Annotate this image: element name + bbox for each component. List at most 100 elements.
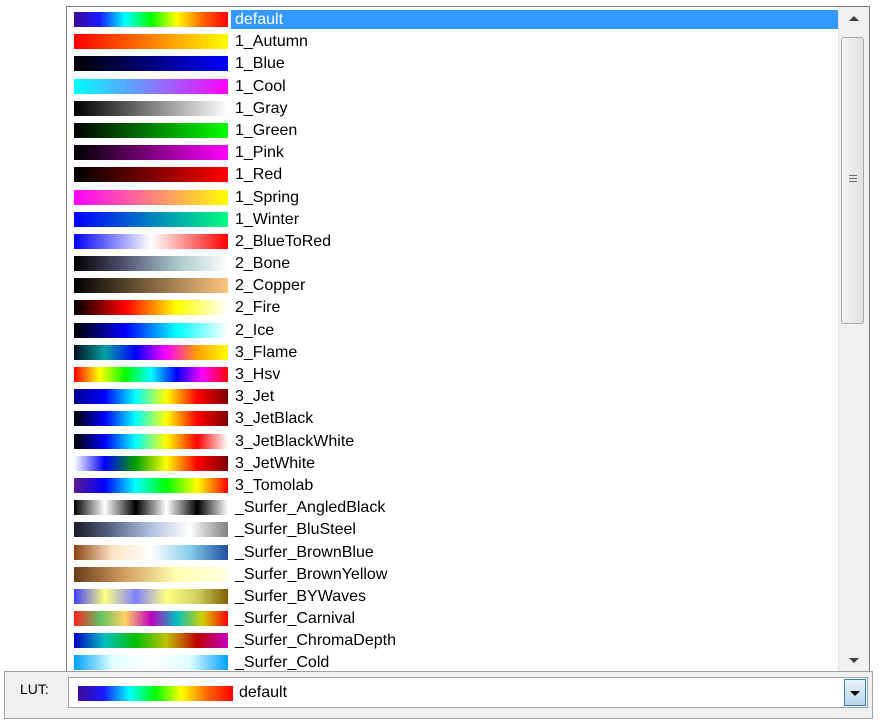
lut-option-label: 1_Red <box>235 166 283 184</box>
colormap-swatch <box>74 344 228 360</box>
lut-option-label: _Surfer_BYWaves <box>235 587 367 605</box>
lut-dropdown-list[interactable]: default 1_Autumn 1_Blue 1_Cool 1_Gray 1_Green… <box>66 6 870 672</box>
lut-option-label: 3_Flame <box>235 343 298 361</box>
lut-option[interactable]: default <box>67 9 842 31</box>
lut-option[interactable]: 3_JetWhite <box>67 453 838 475</box>
vertical-scrollbar[interactable] <box>838 7 869 671</box>
lut-option[interactable]: 1_Cool <box>67 76 838 98</box>
lut-option-label: 2_Fire <box>235 299 281 317</box>
colormap-swatch <box>74 167 228 183</box>
colormap-swatch <box>74 433 228 449</box>
colormap-swatch <box>74 12 228 27</box>
chevron-up-icon <box>849 16 859 21</box>
lut-option-label: 1_Green <box>235 121 298 139</box>
lut-option-label: 2_Ice <box>235 321 275 339</box>
lut-label: LUT: <box>20 681 49 697</box>
lut-option[interactable]: 1_Spring <box>67 187 838 209</box>
colormap-swatch <box>74 100 228 116</box>
colormap-swatch <box>74 145 228 161</box>
colormap-swatch <box>74 278 228 294</box>
lut-option-label: 1_Spring <box>235 188 300 206</box>
lut-option[interactable]: 2_Fire <box>67 297 838 319</box>
lut-option-label: default <box>231 10 842 29</box>
lut-option[interactable]: 1_Pink <box>67 142 838 164</box>
grip-icon <box>849 175 857 176</box>
lut-option[interactable]: 1_Green <box>67 120 838 142</box>
colormap-swatch <box>74 189 228 205</box>
dropdown-button[interactable] <box>844 679 866 706</box>
colormap-swatch <box>74 633 228 649</box>
lut-option-label: 2_Bone <box>235 255 291 273</box>
lut-option-label: 3_JetBlack <box>235 410 314 428</box>
lut-option[interactable]: _Surfer_BrownBlue <box>67 542 838 564</box>
lut-option[interactable]: _Surfer_AngledBlack <box>67 497 838 519</box>
lut-option-label: 1_Blue <box>235 55 285 73</box>
lut-option[interactable]: 3_Hsv <box>67 364 838 386</box>
lut-option[interactable]: 2_Ice <box>67 320 838 342</box>
scroll-down-button[interactable] <box>839 649 869 671</box>
colormap-swatch <box>74 211 228 227</box>
lut-option[interactable]: 1_Autumn <box>67 31 838 53</box>
colormap-swatch <box>74 611 228 627</box>
lut-option[interactable]: 2_Copper <box>67 275 838 297</box>
lut-option[interactable]: _Surfer_BYWaves <box>67 586 838 608</box>
lut-option-label: _Surfer_BrownYellow <box>235 565 388 583</box>
lut-option-label: 3_Jet <box>235 388 275 406</box>
colormap-swatch <box>74 78 228 94</box>
lut-option[interactable]: 2_Bone <box>67 253 838 275</box>
lut-panel: LUT: default <box>4 671 873 719</box>
lut-option[interactable]: 3_Tomolab <box>67 475 838 497</box>
colormap-swatch <box>74 522 228 538</box>
chevron-down-icon <box>850 691 860 696</box>
chevron-down-icon <box>849 658 859 663</box>
lut-option-label: 1_Winter <box>235 210 300 228</box>
lut-option-label: 1_Autumn <box>235 33 308 51</box>
lut-option[interactable]: 1_Red <box>67 164 838 186</box>
lut-option-label: _Surfer_ChromaDepth <box>235 632 396 650</box>
lut-option-label: 2_Copper <box>235 277 306 295</box>
lut-select[interactable]: default <box>68 677 868 708</box>
lut-option[interactable]: 2_BlueToRed <box>67 231 838 253</box>
lut-option[interactable]: 1_Blue <box>67 53 838 75</box>
lut-option-label: 1_Gray <box>235 99 288 117</box>
colormap-swatch <box>74 367 228 382</box>
lut-option-label: 3_JetWhite <box>235 454 316 472</box>
colormap-swatch <box>74 655 228 671</box>
lut-option[interactable]: 3_Flame <box>67 342 838 364</box>
lut-option-label: 3_JetBlackWhite <box>235 432 355 450</box>
colormap-swatch <box>74 455 228 471</box>
lut-option[interactable]: _Surfer_Cold <box>67 652 838 672</box>
lut-option[interactable]: 3_JetBlack <box>67 408 838 430</box>
lut-option[interactable]: _Surfer_ChromaDepth <box>67 630 838 652</box>
colormap-swatch <box>74 34 228 50</box>
lut-option-label: 3_Hsv <box>235 366 281 383</box>
colormap-swatch <box>78 686 233 701</box>
lut-option-label: 1_Cool <box>235 77 286 95</box>
lut-option-label: _Surfer_AngledBlack <box>235 499 386 517</box>
lut-option-label: _Surfer_Carnival <box>235 610 356 628</box>
lut-option[interactable]: _Surfer_BluSteel <box>67 519 838 541</box>
lut-option[interactable]: 3_JetBlackWhite <box>67 431 838 453</box>
lut-option[interactable]: _Surfer_Carnival <box>67 608 838 630</box>
colormap-swatch <box>74 588 228 604</box>
scroll-up-button[interactable] <box>839 7 869 29</box>
lut-option-label: 2_BlueToRed <box>235 232 332 250</box>
colormap-swatch <box>74 500 228 516</box>
lut-option[interactable]: 1_Winter <box>67 209 838 231</box>
colormap-swatch <box>74 477 228 493</box>
lut-option-label: 3_Tomolab <box>235 476 314 494</box>
scroll-thumb[interactable] <box>841 37 864 324</box>
lut-option-label: _Surfer_Cold <box>235 654 330 672</box>
lut-option-label: _Surfer_BrownBlue <box>235 543 374 561</box>
lut-selected-value: default <box>239 684 288 701</box>
colormap-swatch <box>74 122 228 138</box>
lut-option[interactable]: 3_Jet <box>67 386 838 408</box>
colormap-swatch <box>74 322 228 338</box>
colormap-swatch <box>74 233 228 249</box>
lut-option[interactable]: 1_Gray <box>67 98 838 120</box>
lut-option-label: 1_Pink <box>235 144 284 162</box>
lut-option[interactable]: _Surfer_BrownYellow <box>67 564 838 586</box>
lut-option-label: _Surfer_BluSteel <box>235 521 356 539</box>
colormap-swatch <box>74 256 228 272</box>
lut-options: default 1_Autumn 1_Blue 1_Cool 1_Gray 1_Green… <box>67 9 842 672</box>
